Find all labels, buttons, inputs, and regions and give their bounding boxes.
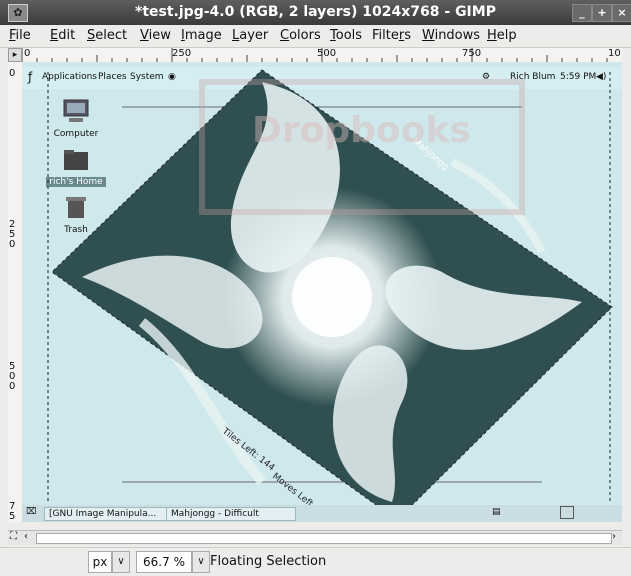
ruler-label-750: 750 xyxy=(462,48,482,59)
show-desktop-icon: ⌧ xyxy=(26,507,37,517)
scroll-thumb[interactable] xyxy=(36,533,612,544)
zoom-select[interactable]: 66.7 % xyxy=(136,551,192,573)
ruler-label-500: 500 xyxy=(317,48,337,59)
image-canvas[interactable]: ƒ Applications Places System ◉ ⚙ Rich Bl… xyxy=(22,62,622,522)
menu-view[interactable]: View xyxy=(140,28,171,43)
scroll-right-arrow[interactable]: › xyxy=(612,531,616,542)
vruler-label-0: 0 xyxy=(9,68,16,79)
menu-edit[interactable]: Edit xyxy=(50,28,75,43)
close-button[interactable]: × xyxy=(612,4,631,22)
chevron-down-icon[interactable]: ∨ xyxy=(192,551,210,573)
image-text-moves-left: Moves Left xyxy=(270,471,315,509)
taskbar-mahjongg: Mahjongg - Difficult xyxy=(166,507,296,521)
ruler-label-250: 250 xyxy=(172,48,192,59)
menu-filters[interactable]: Filters xyxy=(372,28,411,43)
horizontal-ruler[interactable]: 0 250 500 750 10 xyxy=(22,48,622,63)
title-bar[interactable]: ✿ *test.jpg-4.0 (RGB, 2 layers) 1024x768… xyxy=(0,0,631,25)
menu-help[interactable]: Help xyxy=(487,28,517,43)
status-bar: px ∨ 66.7 % ∨ Floating Selection xyxy=(0,547,631,576)
notes-icon: ▤ xyxy=(492,507,501,517)
workspace-switcher xyxy=(560,506,574,519)
horizontal-scrollbar[interactable]: ⛶ ‹ › xyxy=(8,530,622,545)
vruler-label-750: 75 xyxy=(9,501,16,522)
window-title: *test.jpg-4.0 (RGB, 2 layers) 1024x768 -… xyxy=(135,4,496,20)
menu-tools[interactable]: Tools xyxy=(330,28,362,43)
floating-selection-image: Mahjongg Tiles Left: 144 Moves Left Drop… xyxy=(47,69,613,521)
scroll-left-arrow[interactable]: ‹ xyxy=(24,531,28,542)
vruler-label-250: 250 xyxy=(9,219,16,250)
ruler-label-1000: 10 xyxy=(608,48,621,59)
menu-bar: File Edit Select View Image Layer Colors Tools F… xyxy=(0,25,631,48)
vertical-ruler[interactable]: 0 250 500 75 xyxy=(8,62,23,522)
image-taskbar: ⌧ [GNU Image Manipula... Mahjongg - Diff… xyxy=(22,505,622,522)
menu-file[interactable]: File xyxy=(9,28,31,43)
menu-windows[interactable]: Windows xyxy=(422,28,480,43)
menu-colors[interactable]: Colors xyxy=(280,28,321,43)
status-message: Floating Selection xyxy=(210,554,327,569)
ruler-label-0: 0 xyxy=(24,48,31,59)
chevron-down-icon[interactable]: ∨ xyxy=(112,551,130,573)
vruler-label-500: 500 xyxy=(9,361,16,392)
menu-layer[interactable]: Layer xyxy=(232,28,268,43)
navigate-icon[interactable]: ⛶ xyxy=(10,531,17,542)
maximize-button[interactable]: + xyxy=(592,4,612,22)
unit-select[interactable]: px xyxy=(88,551,112,573)
menu-select[interactable]: Select xyxy=(87,28,127,43)
minimize-button[interactable]: _ xyxy=(572,4,592,22)
taskbar-gimp: [GNU Image Manipula... xyxy=(44,507,169,521)
quick-mask-corner-icon[interactable]: ▸ xyxy=(8,48,22,62)
menu-image[interactable]: Image xyxy=(181,28,222,43)
watermark-text: Dropbooks xyxy=(252,110,471,151)
